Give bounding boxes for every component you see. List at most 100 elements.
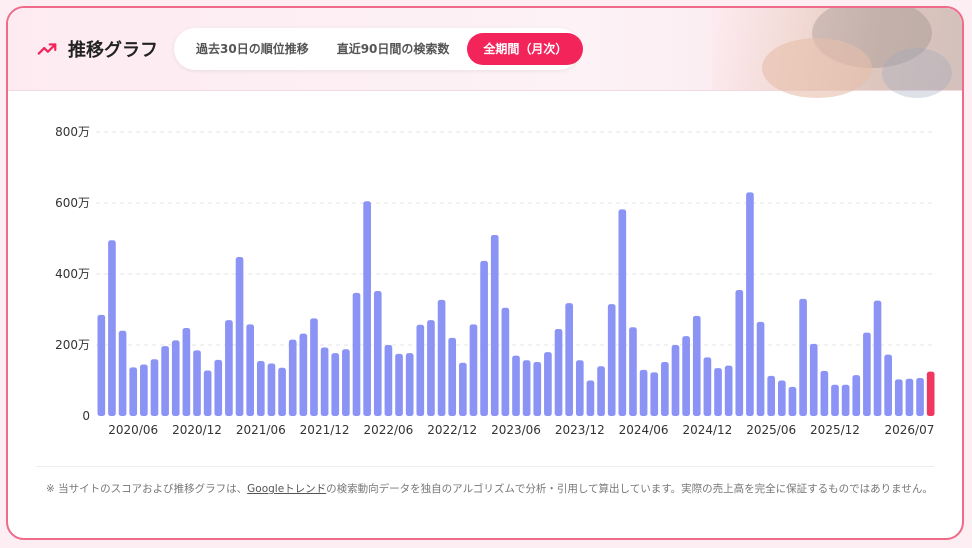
bar-2021/04[interactable] [235,256,244,416]
bar-2025/12[interactable] [831,384,839,416]
x-tick-label: 2024/06 [619,423,669,437]
bar-2026/02[interactable] [852,375,861,416]
bar-2024/01[interactable] [586,380,595,417]
bar-2026/06[interactable] [894,379,903,416]
x-tick-label: 2025/06 [746,423,796,437]
bar-2020/03[interactable] [97,314,106,416]
bar-2024/10[interactable] [682,336,690,416]
bar-2025/05[interactable] [756,321,765,416]
bar-2025/04[interactable] [746,192,754,416]
bar-2024/02[interactable] [597,366,605,416]
bar-2023/10[interactable] [554,329,563,416]
bar-2021/09[interactable] [288,339,297,416]
bar-2022/04[interactable] [363,201,371,416]
bar-2022/03[interactable] [352,292,361,416]
bar-2020/11[interactable] [182,327,191,416]
bar-2020/04[interactable] [108,240,116,416]
bar-2023/05[interactable] [501,307,510,416]
bar-2020/06[interactable] [129,367,138,416]
bar-2022/10[interactable] [427,320,435,416]
bar-2025/03[interactable] [735,289,744,416]
bar-2022/06[interactable] [384,345,393,416]
bar-2025/02[interactable] [724,365,733,416]
bar-2020/10[interactable] [171,340,180,416]
bar-2024/07[interactable] [650,372,659,416]
bar-2020/08[interactable] [150,359,159,416]
x-tick-label: 2020/06 [108,423,158,437]
bar-2024/09[interactable] [671,345,680,416]
bar-2022/11[interactable] [437,299,446,416]
bar-2025/08[interactable] [788,386,797,416]
bar-chart: 0 200万 400万 600万 800万 2020/06 2020/12 2021/06 20… [55,125,936,437]
bar-2023/11[interactable] [565,303,573,416]
y-tick-label: 200万 [55,338,90,352]
bar-2023/12[interactable] [575,360,584,416]
bar-2020/05[interactable] [118,330,127,416]
bar-2021/01[interactable] [203,370,212,416]
bar-2022/01[interactable] [331,353,340,416]
bar-2023/04[interactable] [490,234,499,416]
bar-2024/06[interactable] [639,369,648,416]
bar-2025/06[interactable] [767,375,776,416]
bar-2023/03[interactable] [480,260,488,416]
bar-2024/12[interactable] [703,357,712,416]
bar-2020/09[interactable] [161,346,169,416]
bar-2025/01[interactable] [714,368,722,416]
bar-2023/06[interactable] [512,355,520,416]
bar-2021/11[interactable] [310,318,318,416]
bar-2021/03[interactable] [225,320,233,416]
x-tick-label: 2023/06 [491,423,541,437]
bar-2021/05[interactable] [246,324,255,416]
bar-2026/01[interactable] [841,384,850,416]
x-tick-label: 2020/12 [172,423,222,437]
x-tick-label: 2024/12 [682,423,732,437]
bar-2025/11[interactable] [820,370,829,416]
bar-2026/03[interactable] [863,332,871,416]
bar-2024/03[interactable] [607,304,616,416]
bar-2022/07[interactable] [395,353,403,416]
bar-2024/04[interactable] [618,209,627,416]
bar-2024/05[interactable] [629,327,637,416]
bar-2026/04[interactable] [873,300,882,416]
bar-2025/09[interactable] [799,298,807,416]
bar-2020/12[interactable] [193,350,201,416]
disclaimer-prefix: ※ 当サイトのスコアおよび推移グラフは、 [46,483,248,495]
x-tick-label: 2023/12 [555,423,605,437]
bar-2022/05[interactable] [373,291,382,416]
bar-2026/08[interactable] [916,378,924,416]
bar-2022/09[interactable] [416,324,425,416]
divider [36,466,934,467]
bar-2021/07[interactable] [267,363,276,416]
bar-2025/07[interactable] [777,380,786,417]
bar-2021/10[interactable] [299,333,308,416]
x-tick-label: 2021/12 [300,423,350,437]
bar-2026/05[interactable] [884,354,892,416]
disclaimer-note: ※ 当サイトのスコアおよび推移グラフは、Googleトレンドの検索動向データを独… [46,480,936,498]
bar-2021/02[interactable] [214,359,223,416]
y-tick-label: 400万 [55,267,90,281]
bar-2022/12[interactable] [448,337,457,416]
bar-2023/01[interactable] [459,362,467,416]
y-tick-label: 0 [82,409,90,423]
bar-2023/08[interactable] [533,362,542,416]
bar-2022/08[interactable] [405,353,414,416]
x-tick-label: 2026/07 [884,423,934,437]
bar-2024/08[interactable] [661,362,669,416]
y-tick-label: 600万 [55,196,90,210]
bar-2021/12[interactable] [320,347,329,416]
disclaimer-suffix: の検索動向データを独自のアルゴリズムで分析・引用して算出しています。実際の売上高… [326,483,933,495]
trend-card: 推移グラフ 過去30日の順位推移 直近90日間の検索数 全期間（月次） 0 200… [6,6,964,540]
bar-2024/11[interactable] [692,315,701,416]
bar-2021/08[interactable] [278,367,286,416]
bar-2023/09[interactable] [544,352,552,416]
bar-2023/02[interactable] [469,324,478,416]
x-tick-label: 2022/12 [427,423,477,437]
google-trends-link[interactable]: Googleトレンド [247,483,326,495]
bar-undefined[interactable] [926,371,935,416]
bar-2022/02[interactable] [342,349,350,416]
bar-2025/10[interactable] [809,343,818,416]
bar-2020/07[interactable] [140,364,148,416]
bar-2021/06[interactable] [256,360,265,416]
bar-2026/07[interactable] [905,378,914,416]
bar-2023/07[interactable] [522,360,531,416]
